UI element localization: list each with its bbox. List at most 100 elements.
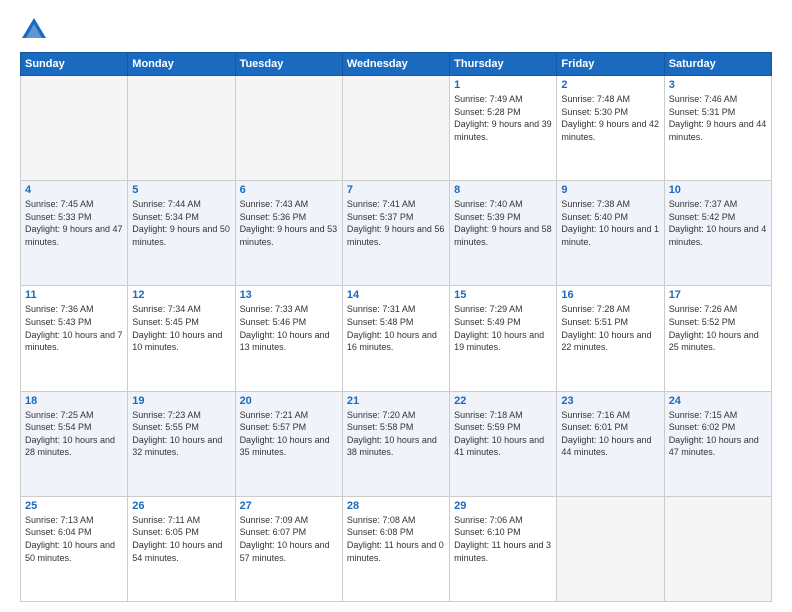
day-info: Sunrise: 7:34 AM Sunset: 5:45 PM Dayligh… [132, 303, 230, 353]
day-info: Sunrise: 7:08 AM Sunset: 6:08 PM Dayligh… [347, 514, 445, 564]
day-number: 27 [240, 500, 338, 512]
calendar-cell [21, 76, 128, 181]
day-number: 8 [454, 184, 552, 196]
day-info: Sunrise: 7:28 AM Sunset: 5:51 PM Dayligh… [561, 303, 659, 353]
day-number: 10 [669, 184, 767, 196]
day-number: 2 [561, 79, 659, 91]
calendar-week-row: 11 Sunrise: 7:36 AM Sunset: 5:43 PM Dayli… [21, 286, 772, 391]
weekday-header: Monday [128, 53, 235, 76]
calendar-week-row: 25 Sunrise: 7:13 AM Sunset: 6:04 PM Dayli… [21, 496, 772, 601]
calendar-cell: 5 Sunrise: 7:44 AM Sunset: 5:34 PM Daylig… [128, 181, 235, 286]
day-info: Sunrise: 7:13 AM Sunset: 6:04 PM Dayligh… [25, 514, 123, 564]
calendar-cell [128, 76, 235, 181]
calendar-cell: 6 Sunrise: 7:43 AM Sunset: 5:36 PM Daylig… [235, 181, 342, 286]
calendar-cell: 15 Sunrise: 7:29 AM Sunset: 5:49 PM Dayli… [450, 286, 557, 391]
logo-icon [20, 16, 48, 44]
header [20, 16, 772, 44]
calendar-week-row: 18 Sunrise: 7:25 AM Sunset: 5:54 PM Dayli… [21, 391, 772, 496]
day-info: Sunrise: 7:26 AM Sunset: 5:52 PM Dayligh… [669, 303, 767, 353]
calendar-cell [342, 76, 449, 181]
calendar-cell: 25 Sunrise: 7:13 AM Sunset: 6:04 PM Dayli… [21, 496, 128, 601]
weekday-header: Saturday [664, 53, 771, 76]
day-info: Sunrise: 7:31 AM Sunset: 5:48 PM Dayligh… [347, 303, 445, 353]
calendar-cell: 28 Sunrise: 7:08 AM Sunset: 6:08 PM Dayli… [342, 496, 449, 601]
day-number: 20 [240, 395, 338, 407]
calendar-cell: 21 Sunrise: 7:20 AM Sunset: 5:58 PM Dayli… [342, 391, 449, 496]
calendar-cell: 20 Sunrise: 7:21 AM Sunset: 5:57 PM Dayli… [235, 391, 342, 496]
calendar-cell: 18 Sunrise: 7:25 AM Sunset: 5:54 PM Dayli… [21, 391, 128, 496]
day-info: Sunrise: 7:25 AM Sunset: 5:54 PM Dayligh… [25, 409, 123, 459]
weekday-header: Sunday [21, 53, 128, 76]
calendar-cell: 7 Sunrise: 7:41 AM Sunset: 5:37 PM Daylig… [342, 181, 449, 286]
day-number: 18 [25, 395, 123, 407]
day-info: Sunrise: 7:41 AM Sunset: 5:37 PM Dayligh… [347, 198, 445, 248]
weekday-header: Thursday [450, 53, 557, 76]
calendar-cell: 4 Sunrise: 7:45 AM Sunset: 5:33 PM Daylig… [21, 181, 128, 286]
day-number: 28 [347, 500, 445, 512]
day-number: 15 [454, 289, 552, 301]
day-info: Sunrise: 7:15 AM Sunset: 6:02 PM Dayligh… [669, 409, 767, 459]
day-info: Sunrise: 7:18 AM Sunset: 5:59 PM Dayligh… [454, 409, 552, 459]
calendar-cell [235, 76, 342, 181]
day-number: 23 [561, 395, 659, 407]
logo-area [20, 16, 52, 44]
day-info: Sunrise: 7:44 AM Sunset: 5:34 PM Dayligh… [132, 198, 230, 248]
day-info: Sunrise: 7:45 AM Sunset: 5:33 PM Dayligh… [25, 198, 123, 248]
calendar-cell [557, 496, 664, 601]
calendar-week-row: 4 Sunrise: 7:45 AM Sunset: 5:33 PM Daylig… [21, 181, 772, 286]
calendar-cell: 8 Sunrise: 7:40 AM Sunset: 5:39 PM Daylig… [450, 181, 557, 286]
calendar-cell: 24Sunrise: 7:15 AM Sunset: 6:02 PM Dayli… [664, 391, 771, 496]
day-info: Sunrise: 7:36 AM Sunset: 5:43 PM Dayligh… [25, 303, 123, 353]
day-number: 29 [454, 500, 552, 512]
calendar-cell: 2 Sunrise: 7:48 AM Sunset: 5:30 PM Daylig… [557, 76, 664, 181]
calendar-cell: 23 Sunrise: 7:16 AM Sunset: 6:01 PM Dayli… [557, 391, 664, 496]
calendar-cell: 19Sunrise: 7:23 AM Sunset: 5:55 PM Dayli… [128, 391, 235, 496]
day-info: Sunrise: 7:38 AM Sunset: 5:40 PM Dayligh… [561, 198, 659, 248]
weekday-header: Tuesday [235, 53, 342, 76]
day-info: Sunrise: 7:29 AM Sunset: 5:49 PM Dayligh… [454, 303, 552, 353]
day-info: Sunrise: 7:49 AM Sunset: 5:28 PM Dayligh… [454, 93, 552, 143]
day-number: 6 [240, 184, 338, 196]
calendar-cell: 11 Sunrise: 7:36 AM Sunset: 5:43 PM Dayli… [21, 286, 128, 391]
day-info: Sunrise: 7:21 AM Sunset: 5:57 PM Dayligh… [240, 409, 338, 459]
calendar-cell: 13Sunrise: 7:33 AM Sunset: 5:46 PM Dayli… [235, 286, 342, 391]
day-info: Sunrise: 7:40 AM Sunset: 5:39 PM Dayligh… [454, 198, 552, 248]
day-number: 25 [25, 500, 123, 512]
day-number: 11 [25, 289, 123, 301]
day-info: Sunrise: 7:48 AM Sunset: 5:30 PM Dayligh… [561, 93, 659, 143]
calendar-cell: 9 Sunrise: 7:38 AM Sunset: 5:40 PM Daylig… [557, 181, 664, 286]
weekday-header-row: SundayMondayTuesdayWednesdayThursdayFrid… [21, 53, 772, 76]
day-number: 5 [132, 184, 230, 196]
day-info: Sunrise: 7:43 AM Sunset: 5:36 PM Dayligh… [240, 198, 338, 248]
calendar-table: SundayMondayTuesdayWednesdayThursdayFrid… [20, 52, 772, 602]
day-number: 19 [132, 395, 230, 407]
day-info: Sunrise: 7:16 AM Sunset: 6:01 PM Dayligh… [561, 409, 659, 459]
day-number: 21 [347, 395, 445, 407]
day-info: Sunrise: 7:09 AM Sunset: 6:07 PM Dayligh… [240, 514, 338, 564]
day-number: 1 [454, 79, 552, 91]
day-number: 22 [454, 395, 552, 407]
calendar-cell: 1 Sunrise: 7:49 AM Sunset: 5:28 PM Daylig… [450, 76, 557, 181]
day-info: Sunrise: 7:06 AM Sunset: 6:10 PM Dayligh… [454, 514, 552, 564]
calendar-cell: 29 Sunrise: 7:06 AM Sunset: 6:10 PM Dayli… [450, 496, 557, 601]
day-number: 4 [25, 184, 123, 196]
day-number: 14 [347, 289, 445, 301]
calendar-cell: 12 Sunrise: 7:34 AM Sunset: 5:45 PM Dayli… [128, 286, 235, 391]
calendar-cell: 26Sunrise: 7:11 AM Sunset: 6:05 PM Dayli… [128, 496, 235, 601]
day-number: 9 [561, 184, 659, 196]
calendar-week-row: 1 Sunrise: 7:49 AM Sunset: 5:28 PM Daylig… [21, 76, 772, 181]
weekday-header: Wednesday [342, 53, 449, 76]
page: SundayMondayTuesdayWednesdayThursdayFrid… [0, 0, 792, 612]
calendar-cell: 3Sunrise: 7:46 AM Sunset: 5:31 PM Daylig… [664, 76, 771, 181]
weekday-header: Friday [557, 53, 664, 76]
calendar-cell: 17Sunrise: 7:26 AM Sunset: 5:52 PM Dayli… [664, 286, 771, 391]
day-number: 12 [132, 289, 230, 301]
calendar-cell: 27 Sunrise: 7:09 AM Sunset: 6:07 PM Dayli… [235, 496, 342, 601]
day-info: Sunrise: 7:37 AM Sunset: 5:42 PM Dayligh… [669, 198, 767, 248]
day-info: Sunrise: 7:20 AM Sunset: 5:58 PM Dayligh… [347, 409, 445, 459]
calendar-cell: 22 Sunrise: 7:18 AM Sunset: 5:59 PM Dayli… [450, 391, 557, 496]
day-number: 26 [132, 500, 230, 512]
calendar-cell: 14 Sunrise: 7:31 AM Sunset: 5:48 PM Dayli… [342, 286, 449, 391]
day-number: 7 [347, 184, 445, 196]
calendar-cell [664, 496, 771, 601]
